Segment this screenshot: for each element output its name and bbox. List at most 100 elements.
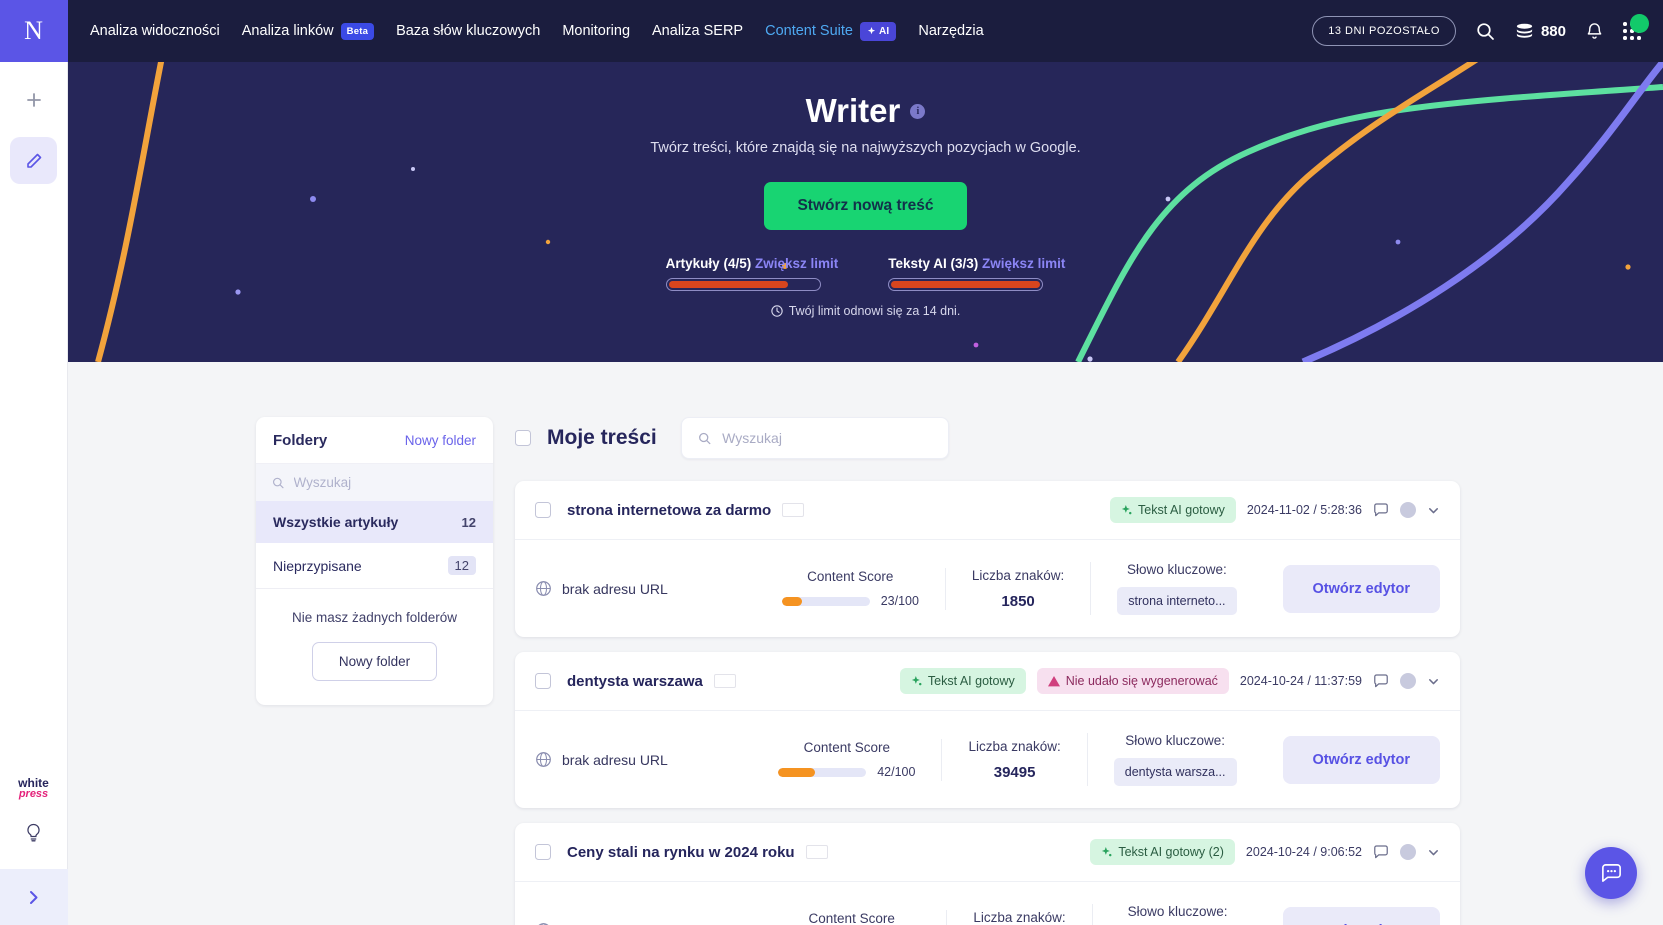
limit-ai-texts: Teksty AI (3/3) Zwiększ limit (888, 256, 1065, 291)
expand-chevron-button[interactable] (1427, 675, 1440, 688)
folders-empty-state: Nie masz żadnych folderów Nowy folder (256, 588, 493, 705)
article-header: dentysta warszawa Tekst AI gotowy Nie ud… (515, 652, 1460, 711)
article-checkbox[interactable] (535, 844, 551, 860)
status-badge-label: Tekst AI gotowy (1138, 503, 1225, 517)
nav-item-monitoring[interactable]: Monitoring (562, 23, 630, 39)
create-content-button[interactable]: Stwórz nową treść (764, 182, 967, 230)
score-bar (778, 767, 867, 777)
folder-count: 12 (447, 556, 476, 575)
folder-row-unassigned[interactable]: Nieprzypisane 12 (256, 543, 493, 588)
globe-icon (535, 580, 552, 597)
assignee-avatar[interactable] (1400, 844, 1416, 860)
nav-item-analiza-serp[interactable]: Analiza SERP (652, 23, 743, 39)
limit-articles-bar (665, 278, 821, 291)
credits-value: 880 (1540, 22, 1566, 40)
article-header-right: Tekst AI gotowy (2) 2024-10-24 / 9:06:52 (1090, 839, 1440, 865)
new-folder-link[interactable]: Nowy folder (405, 433, 476, 448)
bell-icon (1587, 22, 1602, 39)
article-details: brak adresu URL Content Score 42/100 Lic… (515, 711, 1460, 808)
score-text: 23/100 (880, 594, 919, 608)
expand-chevron-button[interactable] (1427, 846, 1440, 859)
folder-row-all-articles[interactable]: Wszystkie artykuły 12 (256, 501, 493, 543)
content-search-input[interactable] (722, 430, 932, 446)
nav-item-narzedzia[interactable]: Narzędzia (918, 23, 983, 39)
comment-button[interactable] (1373, 673, 1389, 689)
pl-flag-icon (713, 674, 736, 688)
article-checkbox[interactable] (535, 502, 551, 518)
assignee-avatar[interactable] (1400, 502, 1416, 518)
nav-item-content-suite[interactable]: Content Suite AI (765, 21, 897, 41)
left-rail: N white press (0, 0, 68, 925)
folder-label: Nieprzypisane (273, 557, 362, 574)
chevron-right-icon (30, 890, 38, 904)
user-avatar[interactable] (1630, 14, 1649, 33)
folders-search[interactable] (256, 463, 493, 501)
info-icon[interactable]: i (910, 103, 926, 119)
metric-keyword: Słowo kluczowe: dentysta warsza... (1086, 733, 1263, 786)
article-title: Ceny stali na rynku w 2024 roku (567, 843, 795, 861)
article-header: Ceny stali na rynku w 2024 roku Tekst AI… (515, 823, 1460, 882)
status-badge: Tekst AI gotowy (2) (1090, 839, 1235, 865)
nav-item-analiza-linkow[interactable]: Analiza linków Beta (242, 22, 375, 40)
search-button[interactable] (1476, 22, 1495, 41)
main-column: Analiza widoczności Analiza linków Beta … (68, 0, 1663, 925)
rail-writer-button[interactable] (10, 137, 57, 184)
globe-icon (535, 751, 552, 768)
chat-icon (1601, 863, 1621, 882)
lightbulb-icon (27, 823, 40, 842)
comment-icon (1374, 674, 1388, 688)
score-bar (781, 596, 870, 606)
writer-hero-banner: Writer i Twórz treści, które znajdą się … (68, 62, 1663, 362)
increase-limit-ai-link[interactable]: Zwiększ limit (982, 256, 1065, 271)
nav-item-baza-slow-kluczowych[interactable]: Baza słów kluczowych (396, 23, 540, 39)
article-header: strona internetowa za darmo Tekst AI got… (515, 481, 1460, 540)
metric-char-count: Liczba znaków: 12456 (946, 909, 1091, 925)
comment-button[interactable] (1373, 844, 1389, 860)
open-editor-button[interactable]: Otwórz edytor (1282, 564, 1440, 613)
article-checkbox[interactable] (535, 673, 551, 689)
metric-label: Content Score (803, 740, 890, 755)
rail-add-button[interactable] (10, 76, 57, 123)
status-badge: Tekst AI gotowy (899, 668, 1026, 694)
metric-label: Liczba znaków: (973, 909, 1066, 925)
sparkle-icon (1102, 846, 1112, 856)
chat-support-button[interactable] (1585, 847, 1637, 899)
content-area: Foldery Nowy folder Wszystkie artykuły 1… (68, 362, 1663, 925)
assignee-avatar[interactable] (1400, 673, 1416, 689)
rail-expand-button[interactable] (0, 869, 68, 925)
content-search[interactable] (680, 417, 949, 459)
chevron-down-icon (1429, 849, 1438, 855)
trial-days-badge[interactable]: 13 DNI POZOSTAŁO (1312, 16, 1456, 46)
new-folder-button[interactable]: Nowy folder (311, 642, 438, 681)
app-logo-letter: N (24, 16, 43, 45)
rail-help-button[interactable] (25, 823, 42, 847)
limit-renewal-text: Twój limit odnowi się za 14 dni. (788, 304, 961, 318)
top-navigation-bar: Analiza widoczności Analiza linków Beta … (68, 0, 1663, 62)
comment-button[interactable] (1373, 502, 1389, 518)
chevron-down-icon (1429, 678, 1438, 684)
warning-icon (1047, 675, 1060, 686)
expand-chevron-button[interactable] (1427, 504, 1440, 517)
nav-item-analiza-widocznosci[interactable]: Analiza widoczności (90, 23, 220, 39)
credits-counter[interactable]: 880 (1515, 23, 1566, 40)
increase-limit-articles-link[interactable]: Zwiększ limit (755, 256, 838, 271)
open-editor-button[interactable]: Otwórz edytor (1282, 906, 1440, 925)
article-title: strona internetowa za darmo (567, 501, 772, 519)
metric-label: Content Score (807, 569, 894, 584)
beta-badge: Beta (340, 22, 375, 40)
folders-panel: Foldery Nowy folder Wszystkie artykuły 1… (256, 417, 493, 705)
whitepress-logo: white press (18, 775, 49, 801)
metric-label: Liczba znaków: (971, 567, 1065, 583)
apps-grid-button[interactable] (1623, 14, 1649, 42)
open-editor-button[interactable]: Otwórz edytor (1282, 735, 1440, 784)
folders-search-input[interactable] (293, 475, 477, 490)
select-all-checkbox[interactable] (515, 430, 531, 446)
notifications-button[interactable] (1586, 22, 1603, 41)
score-fill (781, 596, 802, 606)
metric-content-score: Content Score 42/100 (752, 740, 941, 779)
pencil-icon (26, 153, 41, 168)
article-url-text: brak adresu URL (562, 751, 668, 768)
app-logo[interactable]: N (0, 0, 68, 62)
metric-label: Słowo kluczowe: (1125, 733, 1226, 748)
article-header-right: Tekst AI gotowy Nie udało się wygenerowa… (899, 668, 1440, 694)
